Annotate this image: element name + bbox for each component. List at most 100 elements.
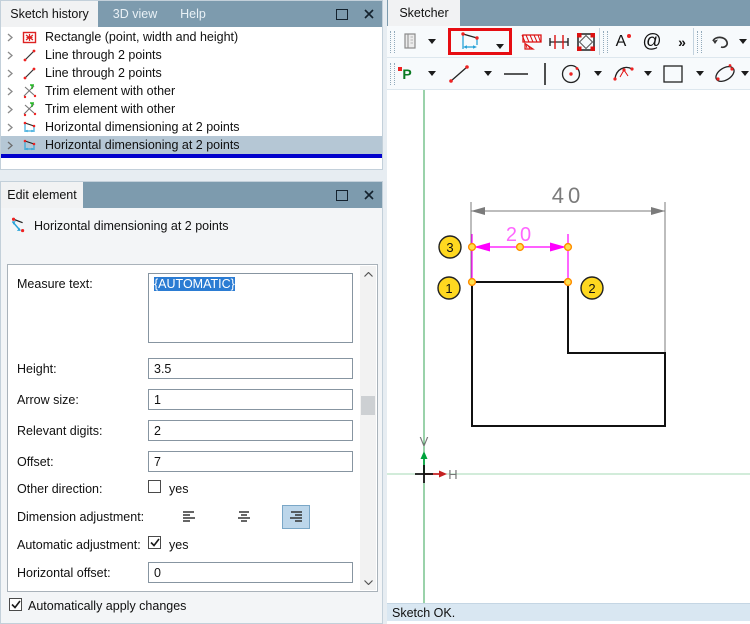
point-tool-icon: P: [402, 65, 412, 82]
h-axis-label: H: [448, 467, 457, 482]
sketcher-titlebar: Sketcher: [387, 0, 750, 26]
close-button[interactable]: [357, 4, 381, 24]
horizontal-offset-input[interactable]: [148, 562, 353, 583]
horizontal-dimension-icon: [9, 217, 26, 237]
v-axis-label: V: [420, 434, 429, 449]
history-row[interactable]: Horizontal dimensioning at 2 points: [1, 118, 382, 136]
close-button[interactable]: [357, 185, 381, 205]
circle-tool-button[interactable]: [557, 58, 585, 89]
tab-sketch-history[interactable]: Sketch history: [1, 1, 98, 27]
automatic-adjustment-checkbox[interactable]: [148, 536, 161, 549]
chevron-right-icon[interactable]: [7, 51, 21, 60]
balloon-2: 2: [580, 276, 604, 300]
menu-help[interactable]: Help: [173, 1, 213, 27]
chevron-right-icon[interactable]: [7, 141, 21, 150]
history-row[interactable]: Trim element with other: [1, 82, 382, 100]
undo-button[interactable]: [705, 26, 735, 57]
panel-dropdown[interactable]: [427, 26, 437, 57]
edit-element-title: Edit element: [1, 182, 83, 208]
undo-dropdown[interactable]: [738, 26, 748, 57]
align-right-icon: [290, 511, 302, 522]
align-center-button[interactable]: [230, 505, 258, 529]
svg-text:1: 1: [445, 281, 452, 296]
horizontal-dimensioning-tool-button[interactable]: [455, 26, 485, 57]
hatch-tool-button[interactable]: [518, 26, 546, 57]
scroll-down-icon[interactable]: [360, 574, 376, 590]
text-tool-icon: A: [615, 32, 627, 50]
toolbar-grip[interactable]: [603, 31, 608, 53]
edit-element-body: Horizontal dimensioning at 2 points Meas…: [1, 208, 382, 623]
sketch-canvas[interactable]: 40 20 3 1 2 V H: [387, 90, 750, 603]
history-row[interactable]: Line through 2 points: [1, 64, 382, 82]
sketcher-title: Sketcher: [399, 6, 449, 20]
dim20-arrow-right: [550, 242, 566, 252]
dim20-arrow-left: [474, 242, 490, 252]
history-row[interactable]: Line through 2 points: [1, 46, 382, 64]
toolbar-separator: [599, 28, 600, 55]
selection-handles[interactable]: [467, 242, 573, 287]
svg-text:2: 2: [588, 281, 595, 296]
maximize-button[interactable]: [330, 185, 354, 205]
chevron-down-icon: [696, 71, 704, 76]
red-dot-icon: [627, 34, 631, 38]
hatch-icon: [521, 33, 542, 50]
toolbar-overflow-button[interactable]: »: [673, 26, 691, 57]
ellipse-tool-button[interactable]: [709, 58, 741, 89]
sketch-history-title: Sketch history: [10, 7, 89, 21]
arc-tool-button[interactable]: [609, 58, 637, 89]
other-direction-checkbox[interactable]: [148, 480, 161, 493]
scroll-thumb[interactable]: [361, 396, 375, 415]
point-tool-button[interactable]: P: [395, 58, 419, 89]
auto-apply-label: Automatically apply changes: [28, 599, 187, 613]
arrow-size-input[interactable]: [148, 389, 353, 410]
chevron-down-icon: [739, 39, 747, 44]
chevron-right-icon[interactable]: [7, 105, 21, 114]
frame-tool-button[interactable]: [573, 26, 599, 57]
measure-text-input[interactable]: {AUTOMATIC}: [148, 273, 353, 343]
relevant-digits-input[interactable]: [148, 420, 353, 441]
point-dropdown[interactable]: [427, 58, 437, 89]
history-row[interactable]: Rectangle (point, width and height): [1, 28, 382, 46]
chevron-right-icon[interactable]: [7, 69, 21, 78]
auto-apply-checkbox[interactable]: [9, 598, 22, 611]
toolbar-grip[interactable]: [697, 31, 702, 53]
automatic-adjustment-label: Automatic adjustment:: [17, 538, 141, 552]
align-left-button[interactable]: [175, 505, 203, 529]
chevron-right-icon[interactable]: [7, 87, 21, 96]
offset-input[interactable]: [148, 451, 353, 472]
rectangle-tool-button[interactable]: [659, 58, 687, 89]
line-dropdown[interactable]: [483, 58, 493, 89]
line-tool-button[interactable]: [445, 58, 473, 89]
history-row[interactable]: Trim element with other: [1, 100, 382, 118]
dimension-chain-tool-button[interactable]: [546, 26, 572, 57]
height-input[interactable]: [148, 358, 353, 379]
symbol-tool-button[interactable]: @: [637, 26, 667, 57]
circle-dropdown[interactable]: [593, 58, 603, 89]
vertical-line-tool-button[interactable]: [539, 58, 551, 89]
form-scrollbar[interactable]: [360, 266, 376, 590]
scroll-up-icon[interactable]: [360, 266, 376, 282]
menu-3d-view[interactable]: 3D view: [105, 1, 165, 27]
text-tool-button[interactable]: A: [609, 26, 633, 57]
ellipse-dropdown[interactable]: [740, 58, 750, 89]
chevron-right-icon[interactable]: [7, 123, 21, 132]
dim20-text: 20: [506, 224, 534, 246]
horizontal-line-tool-button[interactable]: [501, 58, 531, 89]
arc-dropdown[interactable]: [643, 58, 653, 89]
chevron-right-icon[interactable]: [7, 33, 21, 42]
align-right-button-selected[interactable]: [282, 505, 310, 529]
rectangle-dropdown[interactable]: [695, 58, 705, 89]
show-dimension-panel-button[interactable]: [397, 26, 423, 57]
line-icon: [21, 47, 38, 63]
close-icon: [364, 9, 374, 19]
dimension-adjustment-label: Dimension adjustment:: [17, 510, 145, 524]
y-axis-arrowhead: [420, 451, 428, 459]
chevron-down-icon: [484, 71, 492, 76]
toolbar-grip[interactable]: [390, 31, 395, 53]
tab-sketcher[interactable]: Sketcher: [388, 0, 460, 26]
history-row-selected[interactable]: Horizontal dimensioning at 2 points: [1, 136, 382, 154]
maximize-button[interactable]: [330, 4, 354, 24]
edit-element-panel: Edit element Horizontal dimensioning at …: [0, 181, 383, 624]
status-text: Sketch OK.: [392, 605, 456, 620]
sketch-profile[interactable]: [471, 281, 666, 427]
